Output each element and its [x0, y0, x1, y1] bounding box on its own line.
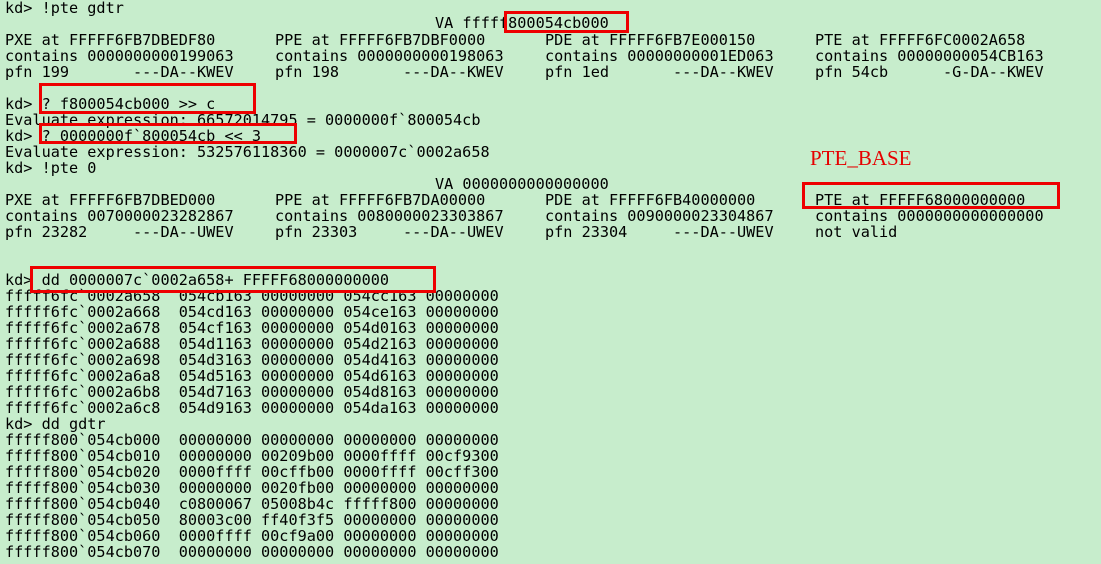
debugger-output-window: kd> !pte gdtr VA fffff800054cb000 PXE at… — [0, 0, 1101, 564]
pte-cell: PTE at FFFFF68000000000 — [815, 191, 1026, 209]
pde-cell: PDE at FFFFF6FB7E000150 — [545, 31, 756, 49]
memory-dump-row: fffff800`054cb070 00000000 00000000 0000… — [5, 543, 499, 561]
command-line: kd> dd gdtr — [5, 415, 106, 433]
contains-row: contains 0070000023282867 contains 00800… — [5, 208, 1044, 224]
command-line: kd> ? 0000000f`800054cb << 3 — [5, 127, 262, 145]
ppe-pfn: pfn 198 ---DA--KWEV — [275, 63, 504, 81]
pxe-cell: PXE at FFFFF6FB7DBED000 — [5, 191, 216, 209]
command-line: kd> dd 0000007c`0002a658+ FFFFF680000000… — [5, 271, 390, 289]
pte-pfn: pfn 54cb -G-DA--KWEV — [815, 63, 1044, 81]
memory-dump-row: fffff800`054cb010 00000000 00209b00 0000… — [5, 447, 499, 465]
pte-base-annotation: PTE_BASE — [810, 146, 912, 170]
memory-dump-row: fffff6fc`0002a668 054cd163 00000000 054c… — [5, 303, 499, 321]
pte-contains: contains 00000000054CB163 — [815, 47, 1044, 65]
command-line: kd> !pte 0 — [5, 159, 97, 177]
pxe-cell: PXE at FFFFF6FB7DBEDF80 — [5, 31, 216, 49]
pxe-contains: contains 0070000023282867 — [5, 207, 234, 225]
memory-dump-row: fffff6fc`0002a6a8 054d5163 00000000 054d… — [5, 367, 499, 385]
va-line: VA fffff800054cb000 — [435, 14, 609, 32]
va-line: VA 0000000000000000 — [435, 175, 609, 193]
memory-dump-row: fffff6fc`0002a6b8 054d7163 00000000 054d… — [5, 383, 499, 401]
memory-dump-row: fffff6fc`0002a698 054d3163 00000000 054d… — [5, 351, 499, 369]
memory-dump-row: fffff800`054cb040 c0800067 05008b4c ffff… — [5, 495, 499, 513]
pxe-contains: contains 0000000000199063 — [5, 47, 234, 65]
memory-dump-row: fffff800`054cb060 0000ffff 00cf9a00 0000… — [5, 527, 499, 545]
command-line: kd> !pte gdtr — [5, 0, 124, 17]
ppe-contains: contains 0000000000198063 — [275, 47, 504, 65]
pxe-pfn: pfn 199 ---DA--KWEV — [5, 63, 234, 81]
memory-dump-row: fffff800`054cb020 0000ffff 00cffb00 0000… — [5, 463, 499, 481]
memory-dump-row: fffff6fc`0002a658 054cb163 00000000 054c… — [5, 287, 499, 305]
pde-pfn: pfn 1ed ---DA--KWEV — [545, 63, 774, 81]
pde-contains: contains 00000000001ED063 — [545, 47, 774, 65]
ppe-contains: contains 0080000023303867 — [275, 207, 504, 225]
pde-contains: contains 0090000023304867 — [545, 207, 774, 225]
output-line: Evaluate expression: 66572014795 = 00000… — [5, 111, 481, 129]
output-line: Evaluate expression: 532576118360 = 0000… — [5, 143, 490, 161]
memory-dump-row: fffff6fc`0002a6c8 054d9163 00000000 054d… — [5, 399, 499, 417]
pte-pfn: not valid — [815, 223, 898, 241]
contains-row: contains 0000000000199063 contains 00000… — [5, 48, 1044, 64]
ppe-pfn: pfn 23303 ---DA--UWEV — [275, 223, 504, 241]
pfn-row: pfn 199 ---DA--KWEV pfn 198 ---DA--KWEV … — [5, 64, 1044, 80]
memory-dump-row: fffff6fc`0002a688 054d1163 00000000 054d… — [5, 335, 499, 353]
memory-dump-row: fffff800`054cb000 00000000 00000000 0000… — [5, 431, 499, 449]
memory-dump-row: fffff800`054cb030 00000000 0020fb00 0000… — [5, 479, 499, 497]
pte-entry-row: PXE at FFFFF6FB7DBEDF80 PPE at FFFFF6FB7… — [5, 32, 1025, 48]
pte-entry-row: PXE at FFFFF6FB7DBED000 PPE at FFFFF6FB7… — [5, 192, 1025, 208]
ppe-cell: PPE at FFFFF6FB7DA00000 — [275, 191, 486, 209]
pte-cell: PTE at FFFFF6FC0002A658 — [815, 31, 1026, 49]
memory-dump-row: fffff800`054cb050 80003c00 ff40f3f5 0000… — [5, 511, 499, 529]
pte-contains: contains 0000000000000000 — [815, 207, 1044, 225]
pde-pfn: pfn 23304 ---DA--UWEV — [545, 223, 774, 241]
pxe-pfn: pfn 23282 ---DA--UWEV — [5, 223, 234, 241]
memory-dump-row: fffff6fc`0002a678 054cf163 00000000 054d… — [5, 319, 499, 337]
pfn-row: pfn 23282 ---DA--UWEV pfn 23303 ---DA--U… — [5, 224, 897, 240]
pde-cell: PDE at FFFFF6FB40000000 — [545, 191, 756, 209]
ppe-cell: PPE at FFFFF6FB7DBF0000 — [275, 31, 486, 49]
command-line: kd> ? f800054cb000 >> c — [5, 95, 216, 113]
